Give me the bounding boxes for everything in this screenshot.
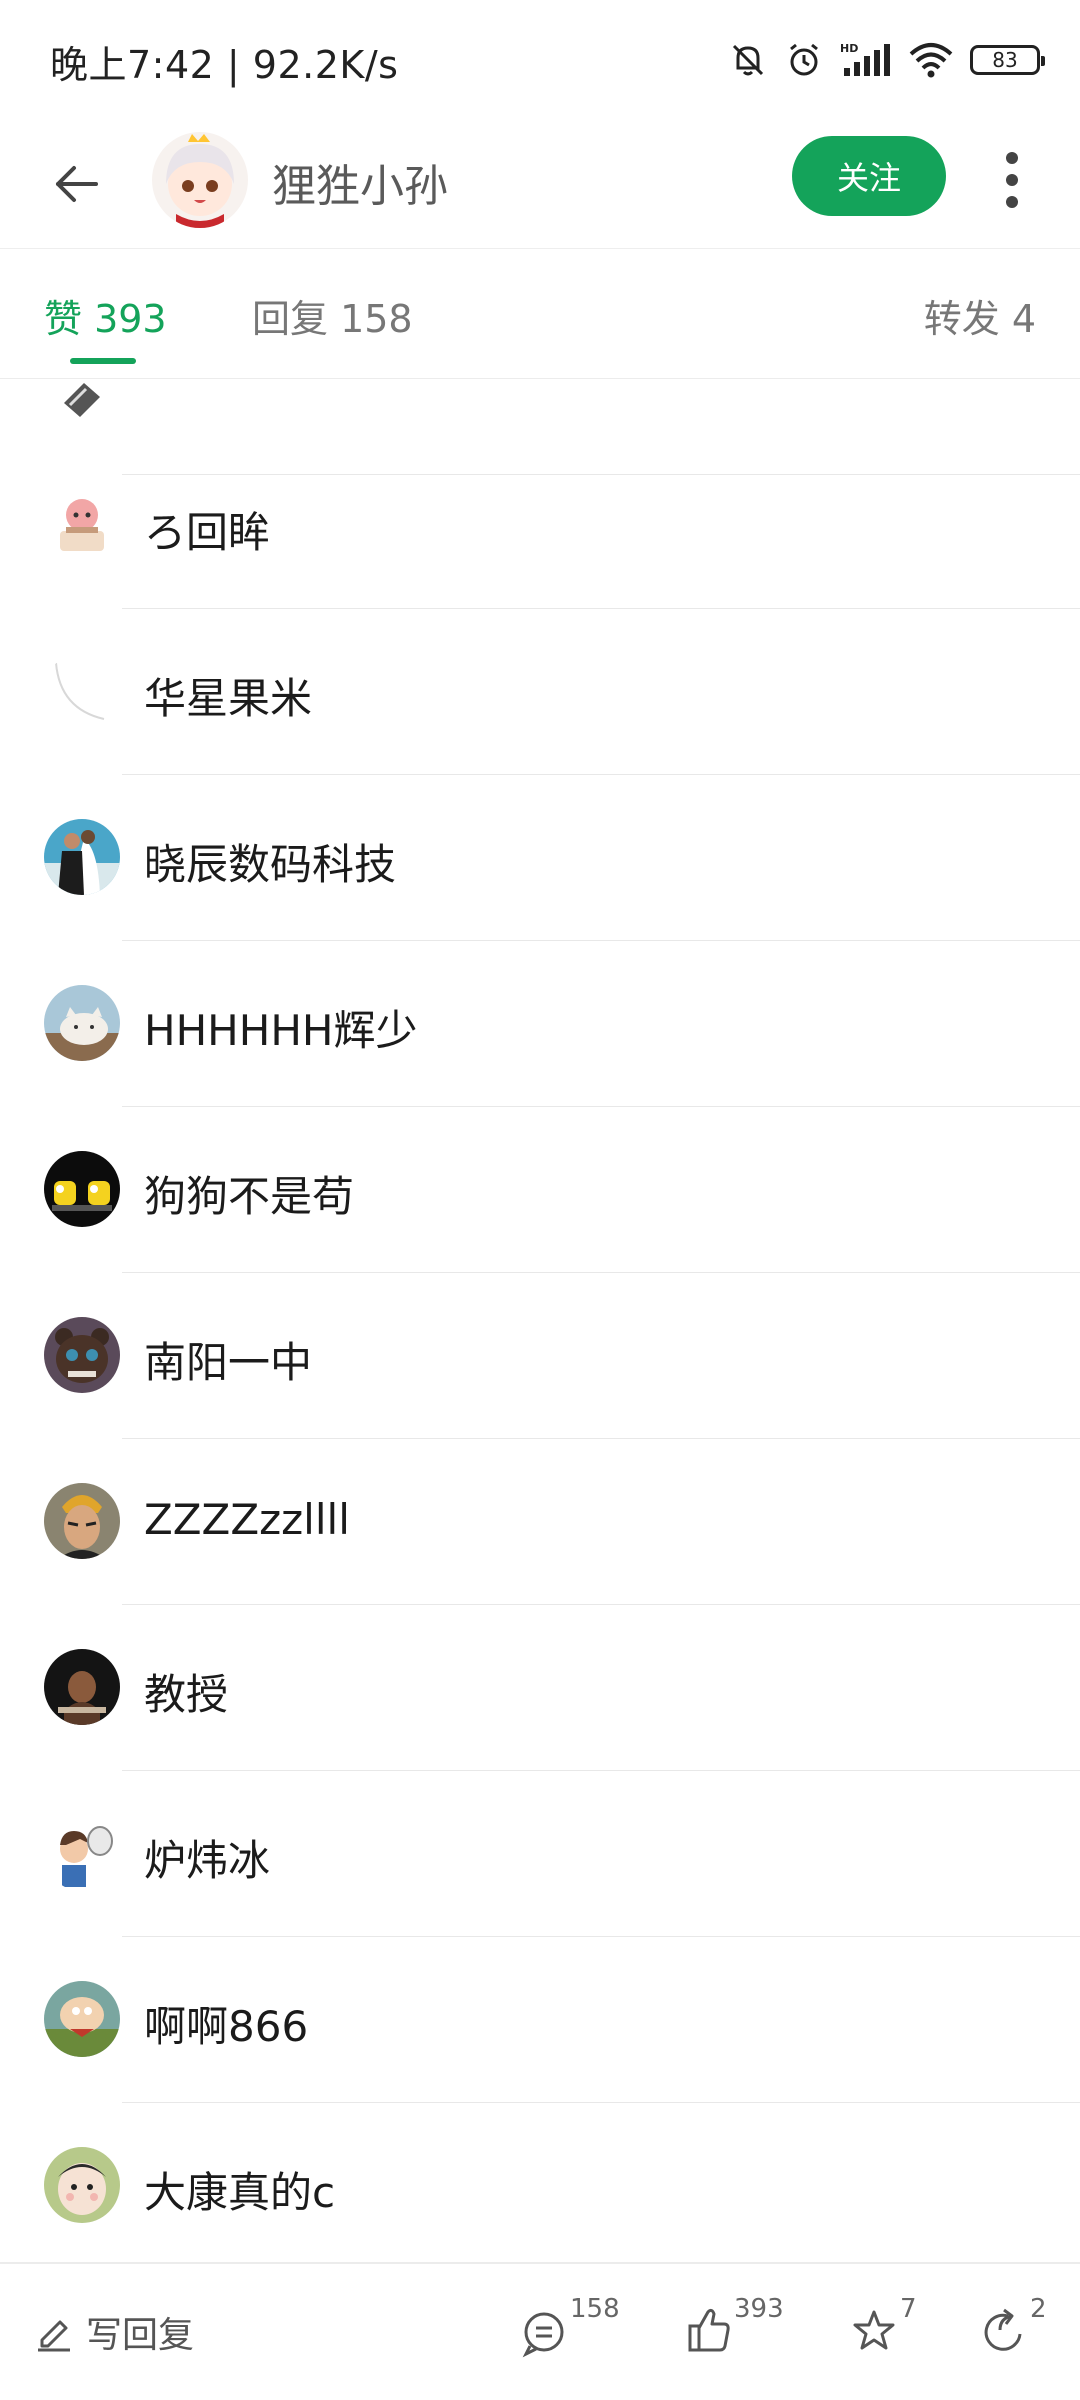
more-dot-icon bbox=[1006, 174, 1018, 186]
comment-icon bbox=[522, 2312, 564, 2358]
user-name: ZZZZzzllll bbox=[144, 1495, 350, 1544]
user-name: 晓辰数码科技 bbox=[144, 840, 397, 889]
avatar bbox=[44, 985, 120, 1061]
thumbs-up-icon bbox=[688, 2308, 730, 2352]
bell-muted-icon bbox=[732, 44, 764, 76]
page-title: 狸狌小孙 bbox=[272, 161, 448, 212]
favorite-button[interactable]: 7 bbox=[852, 2294, 917, 2364]
list-item[interactable]: ZZZZzzllll bbox=[0, 1439, 1080, 1605]
user-name: HHHHHH辉少 bbox=[144, 1006, 418, 1055]
list-item[interactable]: 华星果米 bbox=[0, 609, 1080, 775]
list-item[interactable]: HHHHHH辉少 bbox=[0, 941, 1080, 1107]
list-item[interactable]: 南阳一中 bbox=[0, 1273, 1080, 1439]
status-icons: HD 83 bbox=[728, 36, 1045, 84]
avatar bbox=[44, 1151, 120, 1227]
list-item[interactable]: 大康真的c bbox=[0, 2103, 1080, 2259]
like-button[interactable]: 393 bbox=[686, 2294, 784, 2364]
avatar bbox=[44, 653, 120, 729]
top-app-bar: 狸狌小孙 关注 bbox=[0, 120, 1080, 249]
comment-count: 158 bbox=[570, 2294, 620, 2324]
battery-level: 83 bbox=[992, 48, 1018, 72]
list-item[interactable]: 晓辰数码科技 bbox=[0, 775, 1080, 941]
avatar bbox=[44, 1815, 120, 1891]
user-name: 啊啊866 bbox=[144, 2002, 309, 2051]
list-item[interactable]: 狗狗不是苟 bbox=[0, 1107, 1080, 1273]
write-reply-button[interactable]: 写回复 bbox=[34, 2306, 194, 2358]
avatar bbox=[44, 379, 120, 429]
back-button[interactable] bbox=[40, 154, 112, 214]
tab-likes[interactable]: 赞 393 bbox=[44, 288, 167, 343]
more-dot-icon bbox=[1006, 152, 1018, 164]
user-name: 华星果米 bbox=[144, 674, 313, 723]
comment-button[interactable]: 158 bbox=[522, 2294, 620, 2364]
list-item[interactable]: ろ回眸 bbox=[0, 443, 1080, 609]
user-name: 狗狗不是苟 bbox=[144, 1172, 355, 1221]
liker-list[interactable]: ろ回眸 华星果米 晓辰数码科技 HHHHHH辉少 狗狗不是苟 南阳一中 ZZZZ… bbox=[0, 379, 1080, 2259]
pencil-icon bbox=[38, 2320, 70, 2352]
list-item[interactable]: 炉炜冰 bbox=[0, 1771, 1080, 1937]
user-name: 大康真的c bbox=[144, 2168, 336, 2217]
avatar bbox=[44, 819, 120, 895]
battery-icon: 83 bbox=[970, 45, 1045, 75]
wifi-icon bbox=[909, 43, 953, 78]
user-name: 教授 bbox=[144, 1670, 229, 1719]
tab-indicator bbox=[70, 358, 136, 364]
svg-text:HD: HD bbox=[840, 42, 858, 55]
star-icon bbox=[853, 2310, 895, 2350]
user-name: 南阳一中 bbox=[144, 1338, 313, 1387]
follow-button[interactable]: 关注 bbox=[792, 136, 946, 216]
user-name: ろ回眸 bbox=[144, 508, 271, 557]
avatar bbox=[44, 1649, 120, 1725]
avatar bbox=[44, 1483, 120, 1559]
signal-hd-icon: HD bbox=[840, 42, 890, 76]
avatar bbox=[44, 1981, 120, 2057]
tab-reposts[interactable]: 转发 4 bbox=[924, 288, 1036, 343]
list-item[interactable]: 啊啊866 bbox=[0, 1937, 1080, 2103]
share-count: 2 bbox=[1030, 2294, 1047, 2324]
status-time-speed: 晚上7:42 | 92.2K/s bbox=[50, 43, 399, 87]
share-icon bbox=[984, 2308, 1022, 2351]
share-button[interactable]: 2 bbox=[982, 2294, 1047, 2364]
tab-bar: 赞 393 回复 158 转发 4 bbox=[0, 250, 1080, 379]
status-bar: 晚上7:42 | 92.2K/s HD 83 bbox=[0, 0, 1080, 120]
arrow-left-icon bbox=[56, 166, 98, 202]
like-count: 393 bbox=[734, 2294, 784, 2324]
avatar bbox=[44, 1317, 120, 1393]
alarm-icon bbox=[790, 43, 818, 76]
avatar bbox=[44, 2147, 120, 2223]
tab-replies[interactable]: 回复 158 bbox=[252, 288, 413, 343]
user-avatar[interactable] bbox=[152, 132, 248, 228]
avatar bbox=[44, 487, 120, 563]
more-options-button[interactable] bbox=[990, 140, 1034, 220]
bottom-action-bar: 写回复 158 393 7 2 bbox=[0, 2262, 1080, 2400]
list-item[interactable]: 教授 bbox=[0, 1605, 1080, 1771]
app-root: 晚上7:42 | 92.2K/s HD 83 狸狌小孙 关注 赞 393 回复 … bbox=[0, 0, 1080, 2400]
more-dot-icon bbox=[1006, 196, 1018, 208]
user-name: 炉炜冰 bbox=[144, 1836, 271, 1885]
write-reply-label: 写回复 bbox=[86, 2315, 195, 2356]
favorite-count: 7 bbox=[900, 2294, 917, 2324]
